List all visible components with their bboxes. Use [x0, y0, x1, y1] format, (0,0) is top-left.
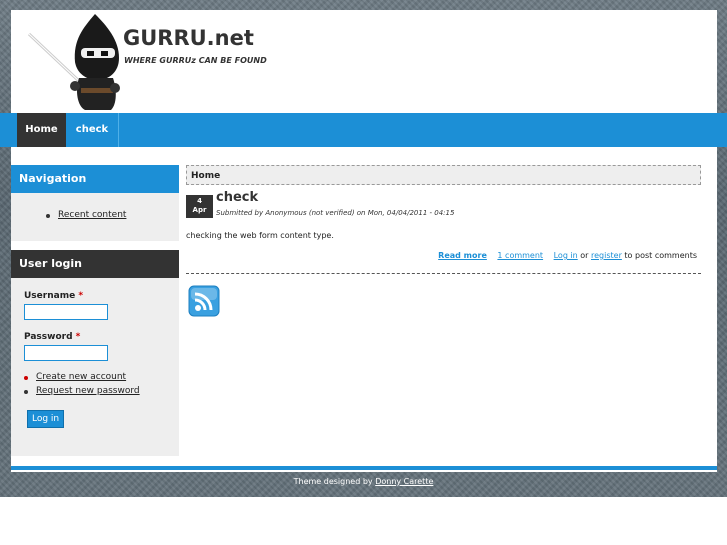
login-block: Username * Password * Create new account… — [11, 278, 179, 456]
comments-link[interactable]: 1 comment — [497, 251, 543, 260]
nav-item-check[interactable]: check — [66, 113, 119, 147]
navigation-block-title: Navigation — [11, 165, 179, 193]
recent-content-link[interactable]: Recent content — [58, 210, 126, 220]
footer-author-link[interactable]: Donny Carette — [375, 477, 433, 486]
or-text: or — [580, 251, 589, 260]
username-label: Username * — [24, 291, 84, 301]
list-item: Recent content — [46, 210, 179, 220]
site-name[interactable]: GURRU.net — [123, 26, 254, 50]
date-day: 4 — [197, 197, 202, 205]
list-item: Create new account — [24, 372, 179, 382]
login-link[interactable]: Log in — [554, 251, 578, 260]
footer: Theme designed by Donny Carette — [0, 477, 727, 486]
node-links: Read more 1 comment Log in or register t… — [438, 251, 697, 260]
divider — [186, 273, 701, 274]
username-input[interactable] — [24, 304, 108, 320]
footer-accent-bar — [11, 466, 717, 470]
register-link[interactable]: register — [591, 251, 622, 260]
breadcrumb-home-link[interactable]: Home — [191, 171, 220, 181]
read-more-link[interactable]: Read more — [438, 251, 487, 260]
rss-feed-icon[interactable] — [188, 285, 220, 317]
main-nav: Home check — [0, 113, 727, 147]
password-label: Password * — [24, 332, 81, 342]
node-title[interactable]: check — [216, 190, 258, 205]
date-month: Apr — [192, 206, 207, 214]
header: GURRU.net WHERE GURRUz CAN BE FOUND — [11, 10, 717, 113]
node-body: checking the web form content type. — [186, 231, 334, 240]
required-mark: * — [75, 332, 81, 342]
create-account-link[interactable]: Create new account — [36, 372, 126, 382]
navigation-block: Recent content — [11, 193, 179, 241]
site-slogan: WHERE GURRUz CAN BE FOUND — [124, 56, 267, 65]
request-password-link[interactable]: Request new password — [36, 386, 140, 396]
ninja-logo[interactable] — [25, 12, 125, 112]
sidebar: Navigation Recent content User login Use… — [11, 165, 179, 456]
required-mark: * — [78, 291, 84, 301]
breadcrumb: Home — [186, 165, 701, 185]
list-item: Request new password — [24, 386, 179, 396]
post-comments-text: to post comments — [624, 251, 697, 260]
date-badge: 4 Apr — [186, 195, 213, 218]
nav-item-home[interactable]: Home — [17, 113, 66, 147]
login-block-title: User login — [11, 250, 179, 278]
submitted-info: Submitted by Anonymous (not verified) on… — [216, 209, 455, 217]
password-input[interactable] — [24, 345, 108, 361]
main-content: Home 4 Apr check Submitted by Anonymous … — [186, 165, 701, 317]
footer-credit-text: Theme designed by — [293, 477, 373, 486]
login-button[interactable]: Log in — [27, 410, 65, 428]
